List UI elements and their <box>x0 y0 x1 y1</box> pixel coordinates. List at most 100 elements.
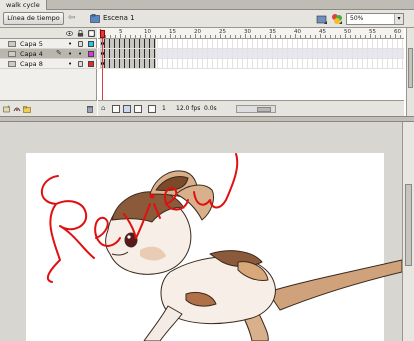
frame-row[interactable] <box>98 49 404 59</box>
layer-name: Capa 8 <box>20 60 43 68</box>
modify-onion-markers-icon[interactable] <box>148 105 156 113</box>
center-frame-icon[interactable]: ⌂ <box>101 104 109 112</box>
frame-row[interactable] <box>98 59 404 69</box>
layer-row[interactable]: Capa 5 • <box>0 39 97 49</box>
zoom-value: 50% <box>350 15 364 22</box>
new-folder-icon[interactable] <box>23 105 31 113</box>
ruler-tick <box>350 35 351 38</box>
playhead[interactable] <box>100 28 105 100</box>
frame-span[interactable] <box>100 59 156 68</box>
ruler-tick <box>185 35 186 38</box>
ruler-tick <box>385 35 386 38</box>
lock-dot[interactable]: • <box>78 50 82 58</box>
layer-name: Capa 5 <box>20 40 43 48</box>
frame-ruler[interactable]: 151015202530354045505560 <box>98 28 404 39</box>
eye-icon[interactable] <box>66 30 73 37</box>
ruler-tick <box>215 35 216 38</box>
layer-outline-swatch[interactable] <box>88 51 94 57</box>
ruler-tick <box>335 35 336 38</box>
frame-rate[interactable]: 12.0 fps <box>176 105 200 112</box>
ruler-tick <box>225 35 226 38</box>
ruler-tick <box>325 35 326 38</box>
ruler-label: 30 <box>244 29 251 35</box>
document-tab[interactable]: walk cycle <box>0 0 47 10</box>
lock-icon[interactable] <box>77 30 84 37</box>
ruler-tick <box>175 35 176 38</box>
lock-icon[interactable] <box>78 41 83 47</box>
ruler-tick <box>360 35 361 38</box>
layer-icon <box>8 61 16 67</box>
ruler-tick <box>355 35 356 38</box>
frame-span[interactable] <box>100 49 156 58</box>
ruler-label: 20 <box>194 29 201 35</box>
stage-area[interactable] <box>0 122 402 341</box>
ruler-label: 25 <box>219 29 226 35</box>
visibility-dot[interactable]: • <box>68 50 72 58</box>
ruler-tick <box>200 35 201 38</box>
scene-label: Escena 1 <box>103 14 135 22</box>
layer-list-header <box>0 28 97 39</box>
layer-icon <box>8 51 16 57</box>
ruler-tick <box>135 35 136 38</box>
layer-name: Capa 4 <box>20 50 43 58</box>
frame-grid[interactable]: 151015202530354045505560 <box>98 28 404 100</box>
ruler-tick <box>290 35 291 38</box>
layer-list: Capa 5 • Capa 4 ✎ • • Capa 8 • + <box>0 28 97 116</box>
ruler-tick <box>105 35 106 38</box>
ruler-tick <box>315 35 316 38</box>
layer-outline-swatch[interactable] <box>88 41 94 47</box>
layer-row[interactable]: Capa 8 • <box>0 59 97 69</box>
playhead-handle[interactable] <box>100 30 105 38</box>
stage-vscroll[interactable] <box>402 122 414 341</box>
edit-multiple-frames-icon[interactable] <box>134 105 142 113</box>
layer-icon <box>8 41 16 47</box>
ruler-tick <box>110 35 111 38</box>
document-tab-bar: walk cycle <box>0 0 414 10</box>
ruler-tick <box>230 35 231 38</box>
scroll-thumb[interactable] <box>257 107 271 112</box>
timeline-vscroll[interactable] <box>406 28 414 116</box>
scroll-thumb[interactable] <box>408 48 413 88</box>
ruler-tick <box>180 35 181 38</box>
ruler-tick <box>235 35 236 38</box>
ruler-label: 55 <box>369 29 376 35</box>
timeline-toggle-button[interactable]: Línea de tiempo <box>3 12 64 25</box>
ruler-label: 35 <box>269 29 276 35</box>
chevron-down-icon[interactable]: ▾ <box>394 14 403 24</box>
ruler-label: 15 <box>169 29 176 35</box>
onion-skin-outline-icon[interactable] <box>123 105 131 113</box>
ruler-tick <box>115 35 116 38</box>
cat-drawing[interactable] <box>0 122 402 341</box>
ruler-label: 10 <box>144 29 151 35</box>
visibility-dot[interactable]: • <box>68 40 72 48</box>
ruler-tick <box>305 35 306 38</box>
trash-icon[interactable] <box>86 105 94 113</box>
lock-icon[interactable] <box>78 61 83 67</box>
new-layer-icon[interactable]: + <box>3 105 11 113</box>
zoom-select[interactable]: 50% ▾ <box>346 13 404 25</box>
timeline-hscroll[interactable] <box>236 105 276 113</box>
ruler-tick <box>400 35 401 38</box>
new-guide-layer-icon[interactable] <box>13 105 21 113</box>
edit-symbols-icon[interactable] <box>331 13 343 25</box>
ruler-tick <box>155 35 156 38</box>
ruler-tick <box>250 35 251 38</box>
layer-row[interactable]: Capa 4 ✎ • • <box>0 49 97 59</box>
ruler-tick <box>310 35 311 38</box>
visibility-dot[interactable]: • <box>68 60 72 68</box>
ruler-tick <box>210 35 211 38</box>
timeline-status-bar: ⌂ 1 12.0 fps 0.0s <box>98 100 404 116</box>
layer-tools: + <box>0 100 97 116</box>
outline-icon[interactable] <box>88 30 95 37</box>
edit-scene-icon[interactable] <box>316 13 328 25</box>
layer-outline-swatch[interactable] <box>88 61 94 67</box>
onion-skin-icon[interactable] <box>112 105 120 113</box>
ruler-tick <box>265 35 266 38</box>
scroll-thumb[interactable] <box>405 184 412 266</box>
back-arrow-icon[interactable]: ⇦ <box>68 13 79 24</box>
timeline-panel: Capa 5 • Capa 4 ✎ • • Capa 8 • + 15 <box>0 28 406 116</box>
ruler-label: 40 <box>294 29 301 35</box>
frame-row[interactable] <box>98 39 404 49</box>
frame-span[interactable] <box>100 39 156 48</box>
ruler-tick <box>260 35 261 38</box>
